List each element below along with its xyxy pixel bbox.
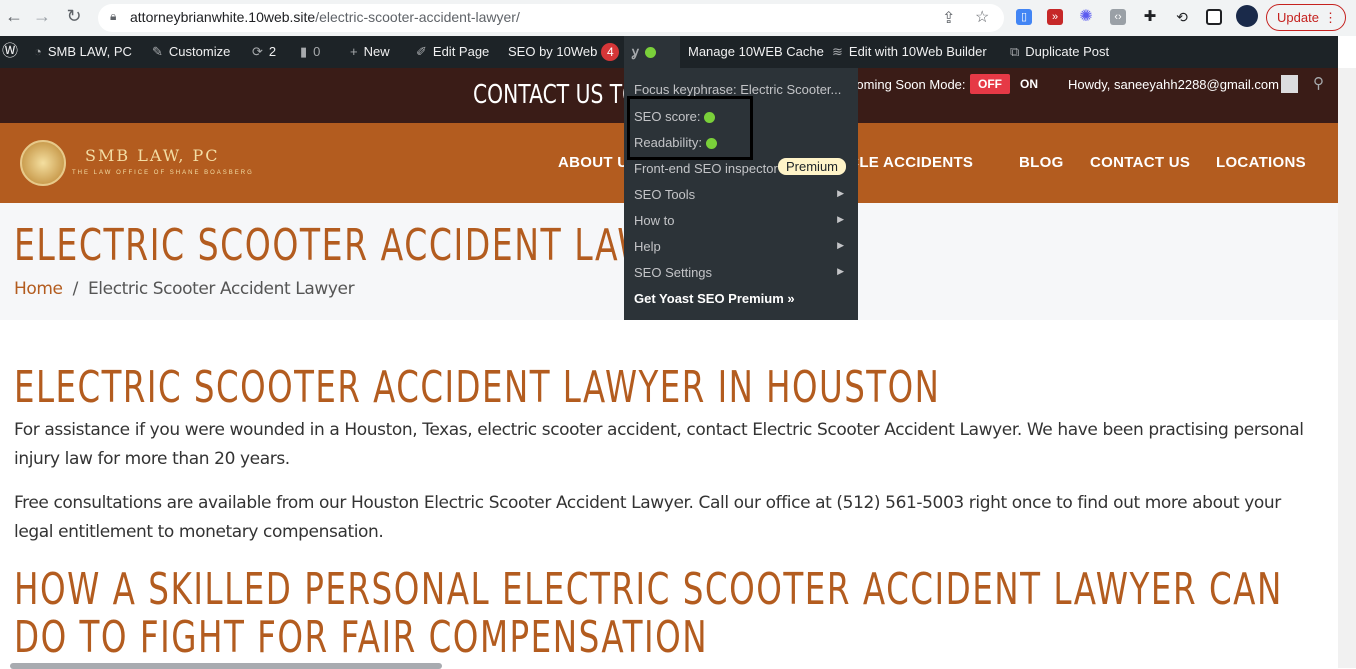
subheading-line2: DO TO FIGHT FOR FAIR COMPENSATION [14,612,709,663]
layers-icon: ≋ [832,44,843,59]
chevron-right-icon: ▶ [837,240,844,250]
extension-icon[interactable]: » [1047,9,1063,25]
back-icon[interactable]: ← [2,6,26,27]
comments-count: 0 [313,44,321,59]
customize-label: Customize [168,44,231,59]
search-icon[interactable]: ⚲ [1313,74,1324,92]
breadcrumb-current: Electric Scooter Accident Lawyer [87,279,355,299]
seo-score-label: SEO score: [634,109,701,124]
menu-seo-settings[interactable]: SEO Settings [634,265,712,280]
plus-icon: + [350,44,358,59]
reload-icon[interactable]: ↻ [62,6,86,27]
howdy-user[interactable]: Howdy, saneeyahh2288@gmail.com [1068,77,1279,92]
edit-page-label: Edit Page [432,44,490,59]
seo-status-dot [644,47,656,59]
admin-edit-page[interactable]: ✐ Edit Page [416,36,489,68]
subheading-line1: HOW A SKILLED PERSONAL ELECTRIC SCOOTER … [14,564,1283,615]
url-host: attorneybrianwhite.10web.site [130,9,316,25]
menu-seo-tools[interactable]: SEO Tools [634,187,695,202]
admin-builder[interactable]: ≋ Edit with 10Web Builder [832,36,987,68]
menu-icon: ⋮ [1324,10,1337,25]
updates-icon: ⟳ [252,44,263,59]
admin-customize[interactable]: ✎ Customize [152,36,230,68]
puzzle-icon[interactable]: ✚ [1142,9,1158,25]
main-heading: ELECTRIC SCOOTER ACCIDENT LAWYER IN HOUS… [14,362,941,413]
user-avatar[interactable] [1281,75,1298,93]
admin-new[interactable]: + New [350,36,390,68]
avatar[interactable] [1236,5,1258,27]
nav-contact-us[interactable]: CONTACT US [1090,154,1190,171]
horizontal-scrollbar[interactable] [10,663,442,669]
sidepanel-icon[interactable] [1206,9,1222,25]
dashboard-icon: ◔ [34,44,42,59]
coming-soon-off[interactable]: OFF [970,74,1010,94]
admin-yoast[interactable]: ỿ [624,36,680,68]
cache-label: Manage 10WEB Cache [688,44,824,59]
front-end-inspector[interactable]: Front-end SEO inspector [634,161,778,176]
extension-icon[interactable]: ✺ [1078,9,1094,25]
admin-site[interactable]: ◔ SMB LAW, PC [34,36,132,68]
update-label: Update [1277,10,1319,25]
notification-badge: 4 [601,43,620,61]
logo-name[interactable]: SMB LAW, PC [85,146,220,165]
nav-locations[interactable]: LOCATIONS [1216,154,1306,171]
seo-score-dot [704,112,716,124]
breadcrumb-home[interactable]: Home [14,279,63,299]
pencil-icon: ✐ [416,44,427,59]
readability-label: Readability: [634,135,702,150]
readability-item[interactable]: Readability: [634,135,717,150]
nav-blog[interactable]: BLOG [1019,154,1064,171]
star-icon[interactable]: ☆ [975,7,989,27]
admin-seo10web[interactable]: SEO by 10Web 4 [508,36,620,68]
coming-soon-label: Coming Soon Mode: [847,77,966,92]
admin-comments[interactable]: ▮ 0 [300,36,320,68]
chevron-right-icon: ▶ [837,188,844,198]
brush-icon: ✎ [152,44,163,59]
duplicate-icon: ⧉ [1010,44,1020,59]
wp-admin-bar: Ⓦ ◔ SMB LAW, PC ✎ Customize ⟳ 2 ▮ 0 + New ✐ Ed… [0,36,1338,68]
menu-how-to[interactable]: How to [634,213,674,228]
get-premium-link[interactable]: Get Yoast SEO Premium » [634,291,795,306]
breadcrumb-separator: / [72,279,79,299]
coming-soon-on[interactable]: ON [1020,77,1038,91]
site-label: SMB LAW, PC [47,44,132,59]
extension-icon[interactable]: ⟲ [1174,9,1190,25]
admin-cache[interactable]: Manage 10WEB Cache [688,36,824,68]
logo-tagline: THE LAW OFFICE OF SHANE BOASBERG [72,170,254,176]
builder-label: Edit with 10Web Builder [848,44,987,59]
premium-badge: Premium [778,158,847,175]
extension-icon[interactable]: ‹› [1110,9,1126,25]
yoast-dropdown-menu: Focus keyphrase: Electric Scooter... SEO… [624,68,858,320]
intro-paragraph: For assistance if you were wounded in a … [14,420,1304,469]
logo-feather-icon[interactable] [20,140,66,186]
updates-count: 2 [268,44,277,59]
forward-icon[interactable]: → [30,6,54,27]
wordpress-icon[interactable]: Ⓦ [2,36,18,68]
share-icon[interactable]: ⇪ [942,8,955,28]
comment-icon: ▮ [300,44,308,59]
extension-icon[interactable]: ▯ [1016,9,1032,25]
url-path: /electric-scooter-accident-lawyer/ [315,9,520,25]
consultation-paragraph: Free consultations are available from ou… [14,493,1281,542]
yoast-icon: ỿ [632,44,639,59]
admin-duplicate[interactable]: ⧉ Duplicate Post [1010,36,1109,68]
lock-icon: 🔒︎ [110,9,117,23]
seo10web-label: SEO by 10Web [508,44,598,59]
focus-keyphrase[interactable]: Focus keyphrase: Electric Scooter... [634,82,841,97]
duplicate-label: Duplicate Post [1025,44,1110,59]
chevron-right-icon: ▶ [837,214,844,224]
page-title: ELECTRIC SCOOTER ACCIDENT LAWYER [14,220,721,271]
highlight-box [627,96,753,160]
browser-toolbar: ← → ↻ 🔒︎ attorneybrianwhite.10web.site/e… [0,0,1356,36]
seo-score-item[interactable]: SEO score: [634,109,716,124]
chevron-right-icon: ▶ [837,266,844,276]
new-label: New [363,44,390,59]
url-text[interactable]: attorneybrianwhite.10web.site/electric-s… [130,9,520,25]
vertical-scrollbar[interactable] [1338,68,1356,668]
menu-help[interactable]: Help [634,239,661,254]
admin-updates[interactable]: ⟳ 2 [252,36,276,68]
breadcrumb: Home / Electric Scooter Accident Lawyer [14,279,355,299]
readability-dot [705,138,717,150]
update-button[interactable]: Update ⋮ [1266,4,1346,31]
